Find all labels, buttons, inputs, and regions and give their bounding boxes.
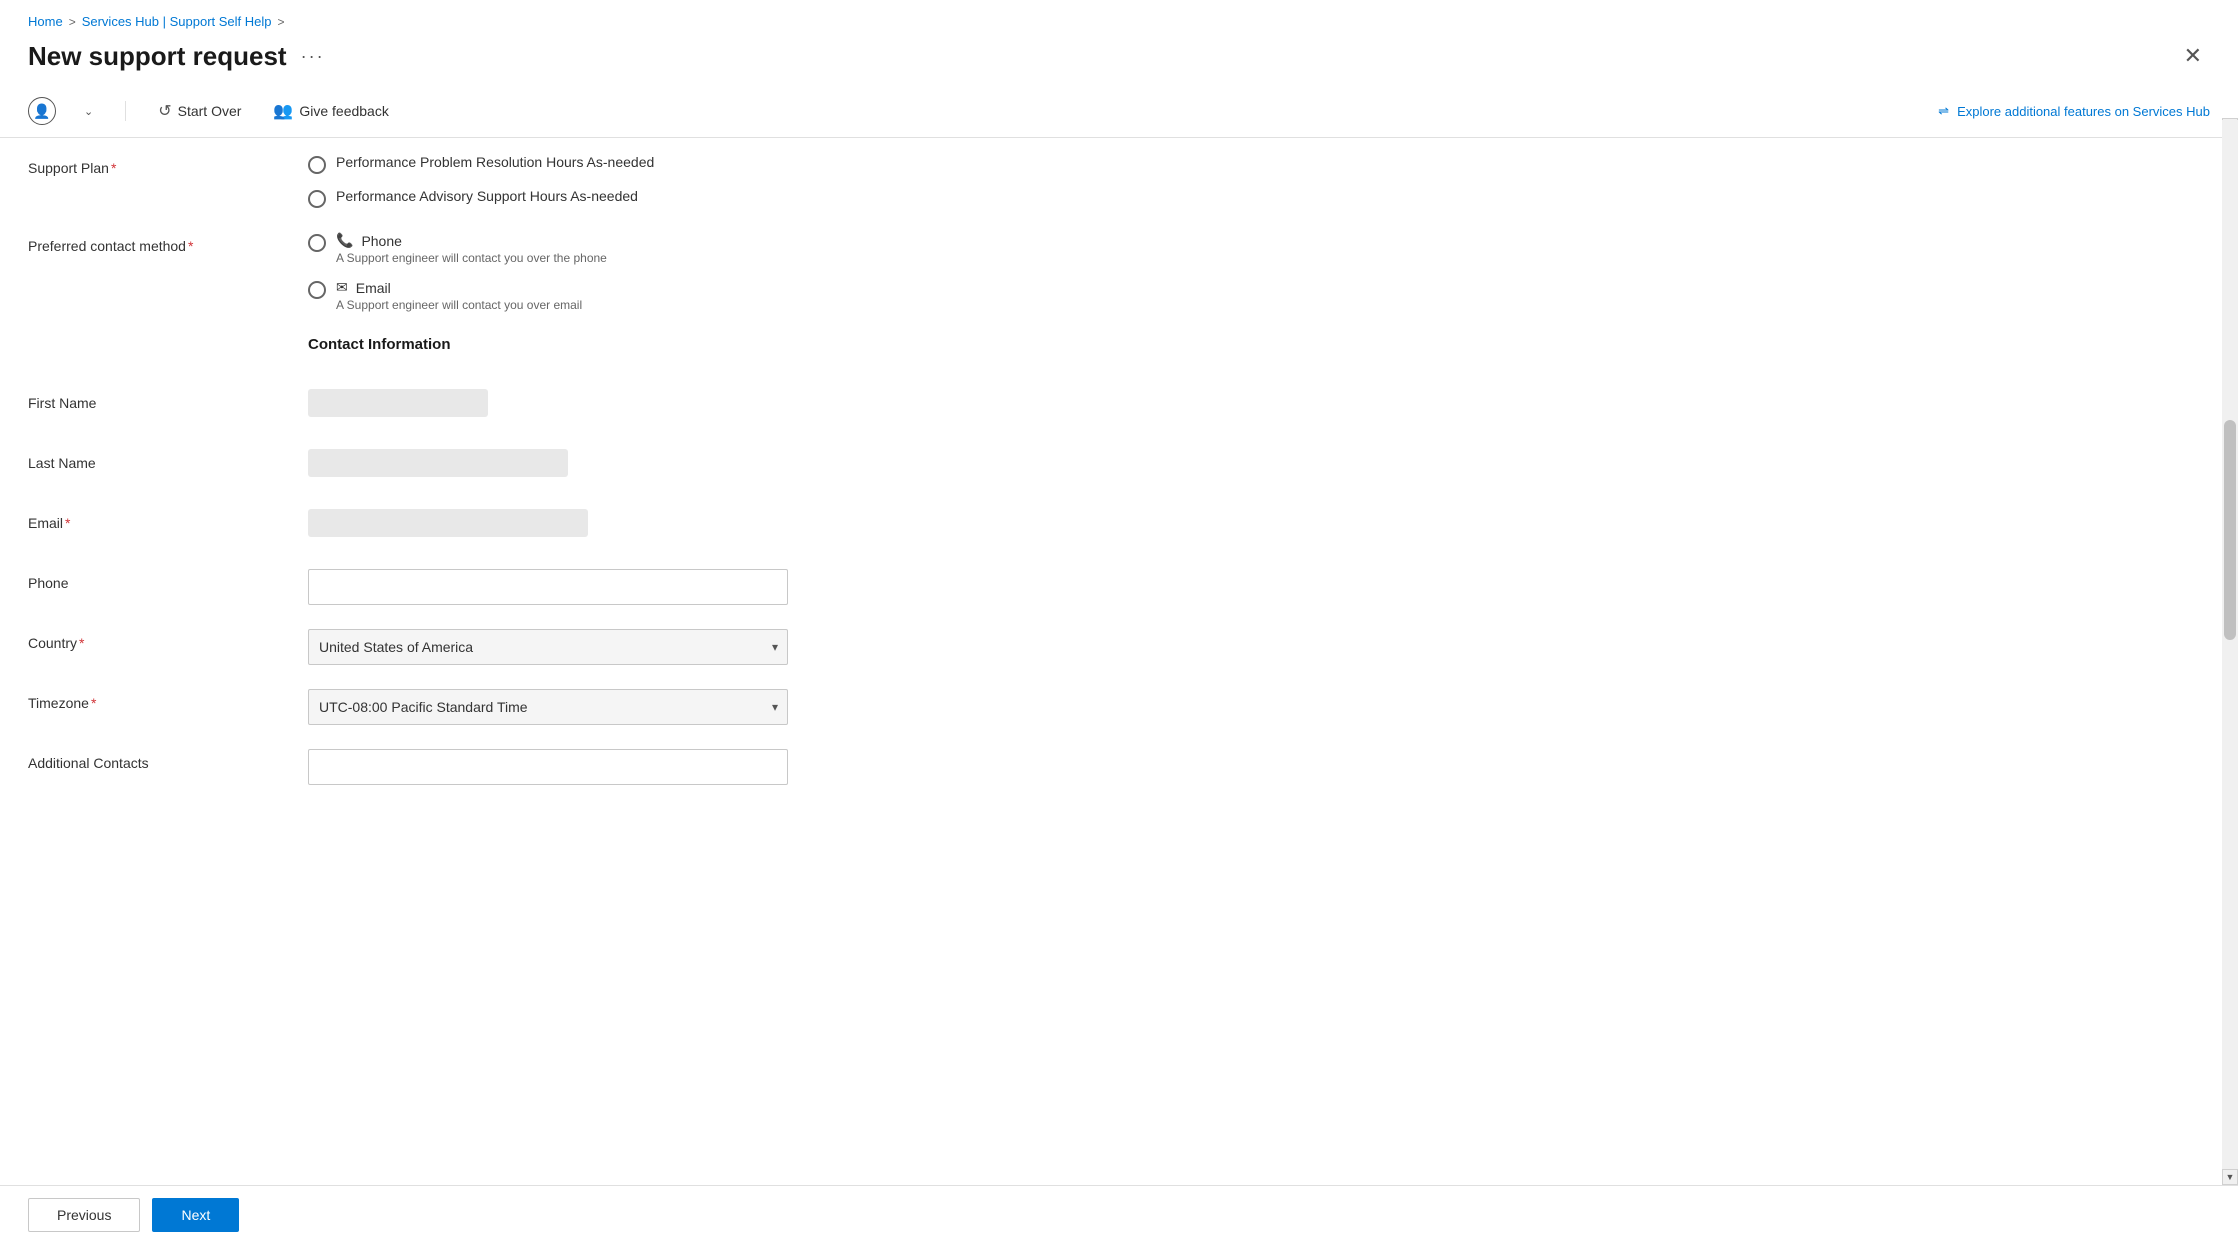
phone-input[interactable] (308, 569, 788, 605)
title-bar: New support request ··· ✕ (0, 35, 2238, 89)
last-name-label: Last Name (28, 449, 308, 471)
user-avatar-icon[interactable]: 👤 (28, 97, 56, 125)
email-icon: ✉ (336, 279, 348, 296)
preferred-contact-phone-labels: 📞 Phone A Support engineer will contact … (336, 232, 607, 265)
phone-field (308, 569, 908, 605)
email-required: * (65, 515, 70, 531)
additional-contacts-input[interactable] (308, 749, 788, 785)
additional-contacts-row: Additional Contacts (28, 749, 2210, 785)
support-plan-option-perf-problem[interactable]: Performance Problem Resolution Hours As-… (308, 154, 908, 174)
last-name-row: Last Name (28, 449, 2210, 485)
country-required: * (79, 635, 84, 651)
give-feedback-icon: 👥 (273, 101, 293, 121)
breadcrumb-sep-2: > (278, 15, 285, 29)
first-name-label: First Name (28, 389, 308, 411)
timezone-select-wrapper: UTC-08:00 Pacific Standard Time UTC-07:0… (308, 689, 788, 725)
contact-info-section: Contact Information (28, 336, 2210, 373)
preferred-contact-required: * (188, 238, 193, 254)
additional-contacts-field (308, 749, 908, 785)
support-plan-required: * (111, 160, 116, 176)
user-person-icon: 👤 (33, 103, 50, 120)
start-over-button[interactable]: ↺ Start Over (154, 97, 245, 125)
preferred-contact-label: Preferred contact method* (28, 232, 308, 254)
preferred-contact-email-radio[interactable] (308, 281, 326, 299)
explore-icon: ⇌ (1938, 103, 1949, 119)
preferred-contact-email-sublabel: A Support engineer will contact you over… (336, 298, 582, 312)
support-plan-radio-perf-advisory[interactable] (308, 190, 326, 208)
breadcrumb-sep-1: > (69, 15, 76, 29)
support-plan-option-perf-advisory-label: Performance Advisory Support Hours As-ne… (336, 188, 638, 204)
breadcrumb-services-hub[interactable]: Services Hub | Support Self Help (82, 14, 272, 29)
give-feedback-button[interactable]: 👥 Give feedback (269, 97, 392, 125)
first-name-filled (308, 389, 488, 417)
preferred-contact-options: 📞 Phone A Support engineer will contact … (308, 232, 908, 312)
timezone-select[interactable]: UTC-08:00 Pacific Standard Time UTC-07:0… (308, 689, 788, 725)
preferred-contact-email-main: ✉ Email (336, 279, 582, 296)
support-plan-row: Support Plan* Performance Problem Resolu… (28, 154, 2210, 208)
timezone-row: Timezone* UTC-08:00 Pacific Standard Tim… (28, 689, 2210, 725)
previous-button[interactable]: Previous (28, 1198, 140, 1232)
preferred-contact-phone-radio[interactable] (308, 234, 326, 252)
timezone-field: UTC-08:00 Pacific Standard Time UTC-07:0… (308, 689, 908, 725)
phone-row: Phone (28, 569, 2210, 605)
support-plan-radio-perf-problem[interactable] (308, 156, 326, 174)
explore-features-link[interactable]: ⇌ Explore additional features on Service… (1938, 103, 2210, 119)
country-select[interactable]: United States of America Canada United K… (308, 629, 788, 665)
phone-icon: 📞 (336, 232, 353, 249)
start-over-icon: ↺ (158, 101, 171, 121)
email-row: Email* (28, 509, 2210, 545)
toolbar: 👤 ⌄ ↺ Start Over 👥 Give feedback ⇌ Explo… (0, 89, 2238, 138)
support-plan-options: Performance Problem Resolution Hours As-… (308, 154, 908, 208)
timezone-required: * (91, 695, 96, 711)
email-label: Email* (28, 509, 308, 531)
preferred-contact-email-text: Email (356, 280, 391, 296)
country-row: Country* United States of America Canada… (28, 629, 2210, 665)
additional-contacts-label: Additional Contacts (28, 749, 308, 771)
page-title: New support request (28, 41, 287, 72)
user-dropdown-arrow[interactable]: ⌄ (80, 103, 97, 120)
contact-info-heading: Contact Information (308, 336, 908, 353)
country-select-wrapper: United States of America Canada United K… (308, 629, 788, 665)
last-name-filled (308, 449, 568, 477)
preferred-contact-phone-option[interactable]: 📞 Phone A Support engineer will contact … (308, 232, 908, 265)
support-plan-option-perf-advisory[interactable]: Performance Advisory Support Hours As-ne… (308, 188, 908, 208)
preferred-contact-email-option[interactable]: ✉ Email A Support engineer will contact … (308, 279, 908, 312)
timezone-label: Timezone* (28, 689, 308, 711)
next-button[interactable]: Next (152, 1198, 239, 1232)
scrollbar-down-arrow[interactable]: ▼ (2222, 1169, 2238, 1185)
country-label: Country* (28, 629, 308, 651)
breadcrumb-home[interactable]: Home (28, 14, 63, 29)
preferred-contact-phone-sublabel: A Support engineer will contact you over… (336, 251, 607, 265)
support-plan-label: Support Plan* (28, 154, 308, 176)
preferred-contact-email-labels: ✉ Email A Support engineer will contact … (336, 279, 582, 312)
preferred-contact-row: Preferred contact method* 📞 Phone A Supp… (28, 232, 2210, 312)
bottom-navigation: Previous Next (0, 1185, 2238, 1243)
title-more-options[interactable]: ··· (301, 46, 325, 67)
last-name-field (308, 449, 908, 477)
give-feedback-label: Give feedback (299, 103, 389, 119)
preferred-contact-phone-text: Phone (361, 233, 401, 249)
toolbar-divider-1 (125, 101, 126, 121)
scrollbar-track (2222, 120, 2238, 1243)
start-over-label: Start Over (178, 103, 242, 119)
phone-label: Phone (28, 569, 308, 591)
breadcrumb: Home > Services Hub | Support Self Help … (0, 0, 2238, 35)
support-plan-option-perf-problem-label: Performance Problem Resolution Hours As-… (336, 154, 654, 170)
close-button[interactable]: ✕ (2176, 39, 2210, 73)
email-field (308, 509, 908, 537)
email-filled (308, 509, 588, 537)
form-content: Support Plan* Performance Problem Resolu… (0, 138, 2238, 825)
first-name-row: First Name (28, 389, 2210, 425)
country-field: United States of America Canada United K… (308, 629, 908, 665)
scrollbar-thumb[interactable] (2224, 420, 2236, 640)
preferred-contact-phone-main: 📞 Phone (336, 232, 607, 249)
first-name-field (308, 389, 908, 417)
explore-label: Explore additional features on Services … (1957, 104, 2210, 119)
